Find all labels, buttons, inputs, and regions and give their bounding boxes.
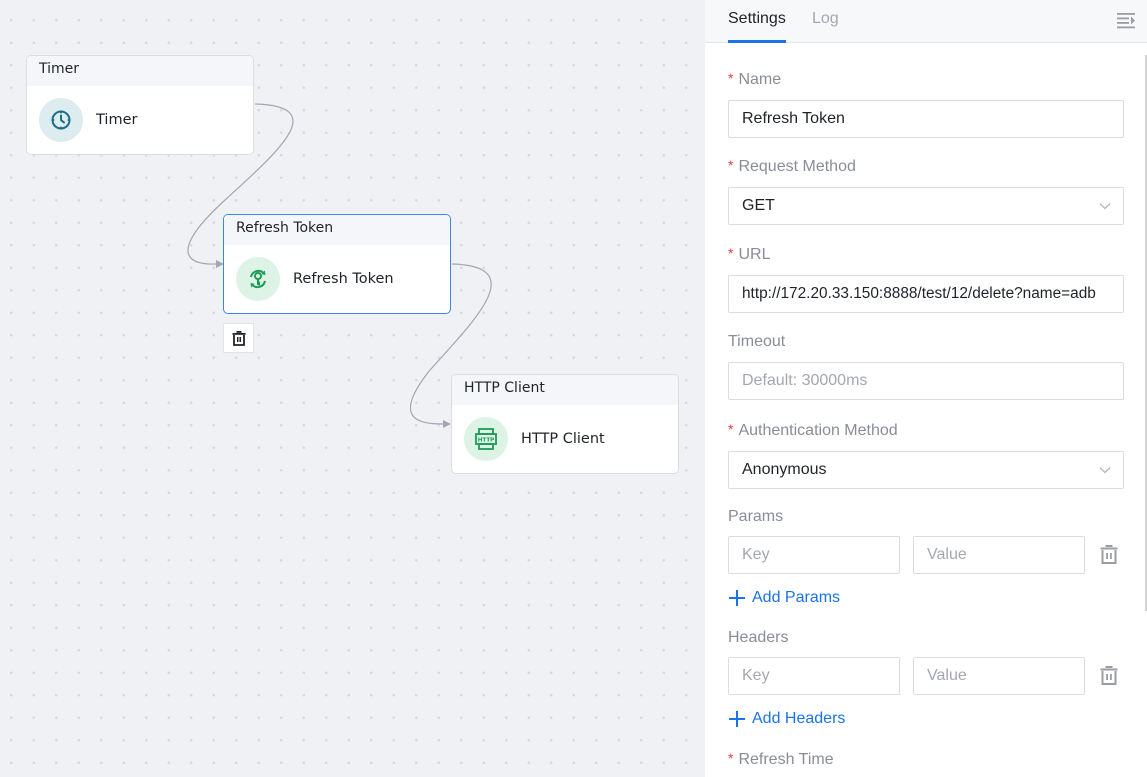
required-marker: * (728, 750, 734, 766)
delete-param-button[interactable] (1100, 545, 1120, 565)
timeout-label: Timeout (728, 333, 786, 350)
tab-settings[interactable]: Settings (728, 10, 786, 43)
trash-icon (1100, 545, 1118, 564)
node-http-client[interactable]: HTTP Client HTTP HTTP Client (451, 374, 679, 474)
workflow-canvas[interactable]: Timer Timer Refresh Token Refresh Token … (0, 0, 705, 777)
tab-log[interactable]: Log (812, 10, 839, 43)
panel-tabs: Settings Log (705, 0, 1147, 43)
trash-icon (232, 330, 245, 346)
name-input[interactable]: Refresh Token (728, 100, 1124, 138)
svg-text:HTTP: HTTP (478, 438, 495, 444)
url-input[interactable]: http://172.20.33.150:8888/test/12/delete… (728, 275, 1124, 313)
edge-arrow-icon (443, 420, 451, 428)
node-label: Refresh Token (293, 271, 394, 287)
headers-label: Headers (728, 629, 789, 646)
request-method-value: GET (742, 197, 775, 214)
request-method-label: * Request Method (728, 157, 856, 175)
add-headers-button[interactable]: Add Headers (728, 710, 845, 728)
collapse-panel-button[interactable] (1117, 11, 1137, 29)
node-label: Timer (96, 112, 138, 128)
settings-panel: Settings Log * Name Refresh Token * Reques… (705, 0, 1147, 777)
node-header: Timer (27, 56, 253, 86)
node-label: HTTP Client (521, 431, 605, 447)
params-key-input[interactable]: Key (728, 536, 900, 574)
node-header: Refresh Token (224, 215, 450, 245)
required-marker: * (728, 70, 734, 86)
auth-method-label: * Authentication Method (728, 421, 898, 439)
required-marker: * (728, 157, 734, 173)
headers-value-input[interactable]: Value (913, 657, 1085, 695)
required-marker: * (728, 421, 734, 437)
delete-node-button[interactable] (223, 323, 254, 353)
node-header: HTTP Client (452, 375, 678, 405)
chevron-down-icon (1099, 467, 1111, 474)
key-refresh-icon (236, 257, 280, 301)
request-method-select[interactable]: GET (728, 187, 1124, 225)
add-params-button[interactable]: Add Params (728, 589, 840, 607)
name-label: * Name (728, 70, 782, 88)
required-marker: * (728, 245, 734, 261)
params-value-input[interactable]: Value (913, 536, 1085, 574)
plus-icon (729, 711, 745, 727)
plus-icon (729, 590, 745, 606)
delete-header-button[interactable] (1100, 666, 1120, 686)
timeout-input[interactable]: Default: 30000ms (728, 362, 1124, 400)
auth-method-value: Anonymous (742, 461, 827, 478)
clock-icon (39, 98, 83, 142)
auth-method-select[interactable]: Anonymous (728, 451, 1124, 489)
chevron-down-icon (1099, 203, 1111, 210)
refresh-time-label: * Refresh Time (728, 750, 834, 768)
headers-key-input[interactable]: Key (728, 657, 900, 695)
url-label: * URL (728, 245, 771, 263)
node-timer[interactable]: Timer Timer (26, 55, 254, 155)
collapse-panel-icon (1117, 13, 1135, 29)
params-label: Params (728, 508, 784, 525)
http-icon: HTTP (464, 417, 508, 461)
trash-icon (1100, 666, 1118, 685)
node-refresh-token[interactable]: Refresh Token Refresh Token (223, 214, 451, 314)
